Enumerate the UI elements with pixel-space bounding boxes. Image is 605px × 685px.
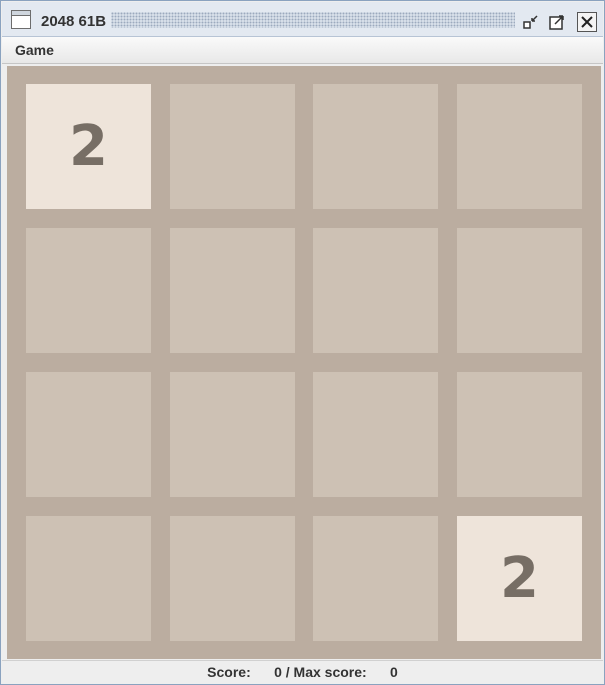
close-icon	[581, 16, 593, 28]
empty-cell	[457, 228, 582, 353]
status-bar: Score: 0 / Max score: 0	[2, 660, 603, 683]
tile-2: 2	[26, 84, 151, 209]
empty-cell	[313, 84, 438, 209]
empty-cell	[313, 516, 438, 641]
score-status: Score: 0 / Max score: 0	[207, 664, 398, 680]
game-window: 2048 61B Game 22 Score: 0 / Max score: 0	[0, 0, 605, 685]
window-title: 2048 61B	[41, 13, 107, 30]
empty-cell	[313, 372, 438, 497]
empty-cell	[457, 84, 582, 209]
minimize-icon	[523, 15, 538, 29]
empty-cell	[26, 516, 151, 641]
close-button[interactable]	[577, 12, 597, 32]
empty-cell	[170, 372, 295, 497]
window-icon[interactable]	[11, 10, 31, 29]
empty-cell	[26, 228, 151, 353]
empty-cell	[313, 228, 438, 353]
menu-game[interactable]: Game	[15, 42, 54, 58]
tile-2: 2	[457, 516, 582, 641]
empty-cell	[170, 84, 295, 209]
title-grip[interactable]	[111, 12, 515, 28]
menu-bar: Game	[2, 37, 603, 64]
maximize-button[interactable]	[547, 12, 567, 32]
empty-cell	[170, 228, 295, 353]
maximize-icon	[549, 15, 564, 30]
game-board: 22	[7, 66, 601, 659]
title-bar[interactable]: 2048 61B	[2, 2, 603, 37]
empty-cell	[457, 372, 582, 497]
minimize-button[interactable]	[521, 12, 541, 32]
empty-cell	[26, 372, 151, 497]
empty-cell	[170, 516, 295, 641]
